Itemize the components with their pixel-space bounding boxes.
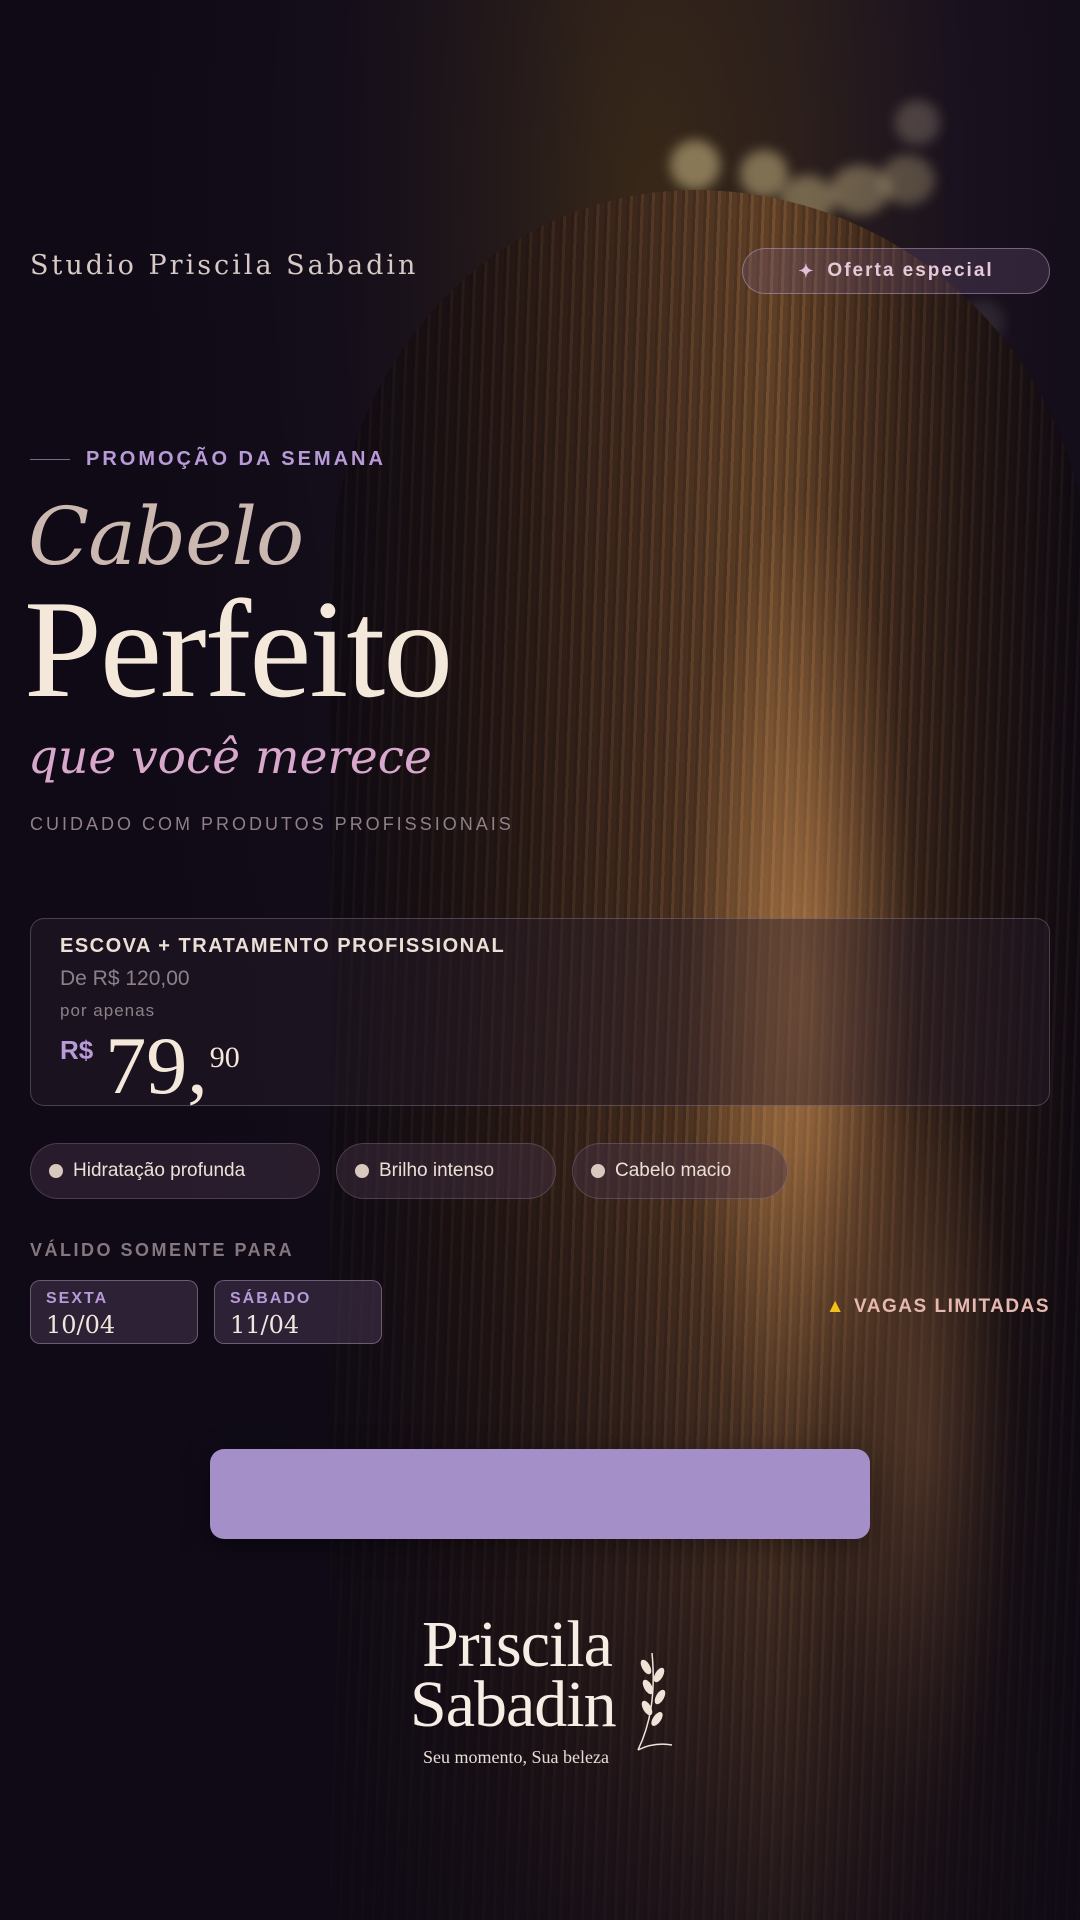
brand-logo: Priscila Sabadin Seu momento, Sua beleza [410, 1611, 680, 1768]
old-price: De R$ 120,00 [60, 967, 190, 990]
promo-label: PROMOÇÃO DA SEMANA [86, 448, 386, 470]
date-card-saturday: SÁBADO 11/04 [214, 1280, 382, 1344]
limited-spots: ▲ VAGAS LIMITADAS [826, 1296, 1050, 1318]
poster: Studio Priscila Sabadin ✦ Oferta especia… [0, 0, 1080, 1920]
benefit-label: Brilho intenso [379, 1160, 495, 1181]
benefit-pill: Cabelo macio [572, 1143, 788, 1199]
service-name: ESCOVA + TRATAMENTO PROFISSIONAL [60, 935, 506, 957]
subtitle: CUIDADO COM PRODUTOS PROFISSIONAIS [30, 814, 514, 834]
sparkle-icon: ✦ [798, 260, 816, 281]
day-date: 11/04 [230, 1311, 300, 1339]
offer-badge-label: Oferta especial [827, 260, 994, 281]
day-date: 10/04 [46, 1311, 116, 1339]
price-currency: R$ [60, 1035, 94, 1065]
limited-spots-label: VAGAS LIMITADAS [854, 1296, 1050, 1317]
dot-icon [49, 1164, 63, 1178]
date-card-friday: SEXTA 10/04 [30, 1280, 198, 1344]
cta-button[interactable] [210, 1449, 870, 1539]
benefits-list: Hidratação profunda Brilho intenso Cabel… [30, 1143, 788, 1199]
day-name: SÁBADO [230, 1290, 312, 1307]
headline-line-2: Perfeito [24, 572, 453, 727]
benefit-pill: Brilho intenso [336, 1143, 556, 1199]
studio-name: Studio Priscila Sabadin [30, 250, 419, 281]
price-decimal: 90 [209, 1041, 240, 1074]
warning-icon: ▲ [825, 1296, 847, 1317]
promo-label-row: PROMOÇÃO DA SEMANA [30, 448, 386, 471]
validity-label: VÁLIDO SOMENTE PARA [30, 1240, 295, 1260]
benefit-label: Cabelo macio [615, 1160, 732, 1181]
price-integer: 79, [105, 1020, 208, 1111]
dot-icon [591, 1164, 605, 1178]
dot-icon [355, 1164, 369, 1178]
offer-card: ESCOVA + TRATAMENTO PROFISSIONAL De R$ 1… [30, 918, 1050, 1107]
benefit-label: Hidratação profunda [73, 1160, 246, 1181]
divider [30, 459, 70, 460]
headline-line-3: que você merece [28, 730, 432, 785]
price: R$ 79, 90 [60, 1025, 240, 1107]
offer-badge[interactable]: ✦ Oferta especial [742, 248, 1050, 294]
benefit-pill: Hidratação profunda [30, 1143, 320, 1199]
price-caption: por apenas [60, 1001, 156, 1020]
headline-line-1: Cabelo [28, 490, 304, 583]
leaf-branch-icon [637, 1652, 673, 1751]
day-name: SEXTA [46, 1290, 109, 1307]
